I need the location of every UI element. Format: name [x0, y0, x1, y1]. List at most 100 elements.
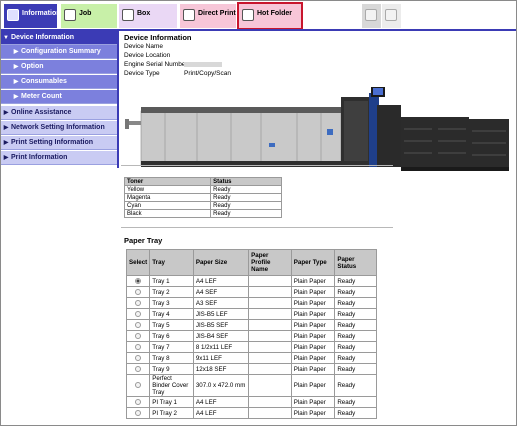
sidebar-item-print-setting-information[interactable]: ▶ Print Setting Information	[1, 136, 117, 150]
paper-tray-table: Select Tray Paper Size Paper Profile Nam…	[125, 249, 377, 419]
toner-status: Ready	[210, 193, 282, 202]
select-cell	[125, 341, 151, 353]
paper-profile-name	[248, 363, 292, 375]
sidebar-item-label: Network Setting Information	[11, 124, 105, 131]
tab-label: Box	[137, 10, 151, 17]
sidebar-item-label: Print Setting Information	[11, 139, 94, 146]
sidebar-item-label: Option	[21, 63, 44, 70]
paper-type: Plain Paper	[290, 363, 336, 375]
chevron-right-icon: ▶	[13, 94, 19, 100]
select-cell	[125, 319, 151, 331]
table-row: Yellow Ready	[123, 185, 282, 194]
column-header: Paper Status	[334, 249, 377, 276]
sidebar-item-option[interactable]: ▶ Option	[1, 60, 117, 74]
toner-status: Ready	[210, 185, 282, 194]
direct-print-icon	[183, 9, 195, 21]
paper-profile-name	[248, 341, 292, 353]
paper-type: Plain Paper	[290, 286, 336, 298]
select-cell	[125, 396, 151, 408]
paper-type: Plain Paper	[290, 407, 336, 419]
tray-radio-button[interactable]	[135, 398, 142, 405]
tray-radio-button[interactable]	[135, 343, 142, 350]
tray-name: PI Tray 2	[149, 407, 194, 419]
chevron-right-icon: ▶	[3, 140, 9, 146]
box-icon	[122, 9, 134, 21]
tray-radio-button[interactable]	[135, 288, 142, 295]
tray-name: Tray 7	[149, 341, 194, 353]
paper-status: Ready	[334, 374, 377, 397]
paper-size: A4 LEF	[192, 275, 250, 287]
sidebar-item-label: Meter Count	[21, 93, 62, 100]
sidebar-item-device-information[interactable]: ▼ Device Information	[1, 31, 117, 45]
tab-box[interactable]: Box	[119, 4, 177, 28]
table-row: Tray 1 A4 LEF Plain Paper Ready	[125, 275, 377, 287]
paper-status: Ready	[334, 407, 377, 419]
tray-radio-button[interactable]	[135, 382, 142, 389]
tray-radio-button[interactable]	[135, 354, 142, 361]
chevron-right-icon: ▶	[13, 49, 19, 55]
select-cell	[125, 363, 151, 375]
sidebar-item-online-assistance[interactable]: ▶ Online Assistance	[1, 106, 117, 120]
sidebar-item-network-setting-information[interactable]: ▶ Network Setting Information	[1, 121, 117, 135]
select-cell	[125, 374, 151, 397]
tray-radio-button[interactable]	[135, 409, 142, 416]
tray-name: Tray 3	[149, 297, 194, 309]
select-cell	[125, 308, 151, 320]
toner-status: Ready	[210, 209, 282, 218]
chevron-right-icon: ▶	[3, 155, 9, 161]
paper-size: 8 1/2x11 LEF	[192, 341, 250, 353]
tab-disabled-2	[382, 4, 401, 28]
tray-radio-button[interactable]	[135, 365, 142, 372]
paper-size: 9x11 LEF	[192, 352, 250, 364]
tab-label: Hot Folder	[257, 10, 292, 17]
toner-color: Yellow	[123, 185, 212, 194]
paper-status: Ready	[334, 297, 377, 309]
table-header-row: Select Tray Paper Size Paper Profile Nam…	[125, 249, 377, 276]
sidebar-item-label: Consumables	[21, 78, 67, 85]
tray-name: Tray 4	[149, 308, 194, 320]
sidebar-item-configuration-summary[interactable]: ▶ Configuration Summary	[1, 45, 117, 59]
section-divider	[121, 165, 393, 166]
tab-job[interactable]: Job	[61, 4, 117, 28]
tab-label: Information	[22, 10, 61, 17]
sidebar-item-consumables[interactable]: ▶ Consumables	[1, 75, 117, 89]
paper-profile-name	[248, 297, 292, 309]
tab-label: Direct Print	[198, 10, 236, 17]
tray-radio-button[interactable]	[135, 321, 142, 328]
table-row: Cyan Ready	[123, 201, 282, 210]
settings-icon	[365, 9, 377, 21]
sidebar-item-print-information[interactable]: ▶ Print Information	[1, 151, 117, 165]
tab-information[interactable]: Information	[4, 4, 61, 28]
tab-direct-print[interactable]: Direct Print	[180, 4, 236, 28]
tray-name: Tray 8	[149, 352, 194, 364]
column-header: Select	[125, 249, 151, 276]
tray-radio-button[interactable]	[135, 277, 142, 284]
paper-size: 12x18 SEF	[192, 363, 250, 375]
sidebar-item-meter-count[interactable]: ▶ Meter Count	[1, 90, 117, 104]
select-cell	[125, 275, 151, 287]
sidebar-item-label: Configuration Summary	[21, 48, 101, 55]
redacted-serial	[184, 61, 222, 68]
tab-bar: Information Job Box Direct Print Hot Fol…	[1, 1, 516, 30]
device-info-value: Print/Copy/Scan	[184, 70, 231, 77]
paper-type: Plain Paper	[290, 319, 336, 331]
device-information-title: Device Information	[124, 33, 192, 42]
paper-type: Plain Paper	[290, 275, 336, 287]
sidebar-item-label: Device Information	[11, 34, 75, 41]
tab-hot-folder[interactable]: Hot Folder	[237, 2, 303, 30]
paper-size: A4 LEF	[192, 407, 250, 419]
paper-type: Plain Paper	[290, 374, 336, 397]
tray-radio-button[interactable]	[135, 310, 142, 317]
section-divider	[121, 227, 393, 228]
column-header: Paper Profile Name	[248, 249, 292, 276]
table-header-row: Toner Status	[123, 177, 282, 186]
paper-type: Plain Paper	[290, 297, 336, 309]
paper-size: 307.0 x 472.0 mm	[192, 374, 250, 397]
device-info-key: Device Type	[124, 70, 160, 77]
paper-size: A4 LEF	[192, 396, 250, 408]
paper-type: Plain Paper	[290, 352, 336, 364]
column-header: Tray	[149, 249, 194, 276]
tray-radio-button[interactable]	[135, 332, 142, 339]
select-cell	[125, 286, 151, 298]
tray-radio-button[interactable]	[135, 299, 142, 306]
